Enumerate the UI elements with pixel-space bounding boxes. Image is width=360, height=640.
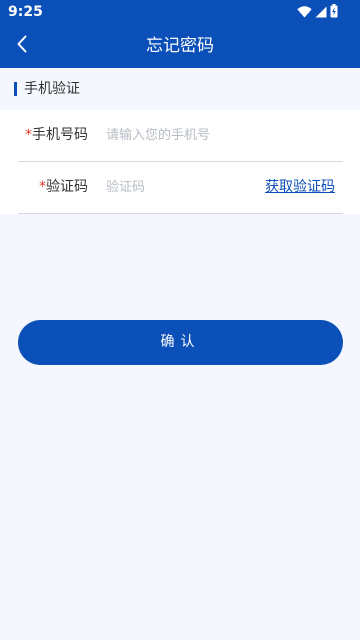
section-header: 手机验证 [0, 68, 360, 110]
section-title: 手机验证 [24, 81, 80, 97]
status-time: 9:25 [8, 4, 43, 20]
code-input[interactable] [106, 175, 256, 199]
battery-charging-icon [330, 3, 338, 22]
code-label-text: 验证码 [46, 179, 88, 195]
phone-row: *手机号码 [18, 110, 343, 162]
get-code-link[interactable]: 获取验证码 [265, 177, 335, 197]
phone-label-text: 手机号码 [32, 127, 88, 143]
cellular-signal-icon [315, 3, 327, 22]
forgot-password-screen: 9:25 忘记密码 手机验证 *手机号码 请输入您的手机号 *验证码 验证码 获… [0, 0, 360, 640]
verification-form: *手机号码 *验证码 获取验证码 [0, 110, 360, 214]
phone-label: *手机号码 [18, 125, 88, 145]
required-mark: * [25, 127, 32, 143]
code-row: *验证码 获取验证码 [18, 162, 343, 214]
code-label: *验证码 [18, 177, 88, 197]
status-icons [297, 3, 338, 22]
phone-input[interactable] [106, 123, 336, 147]
page-title: 忘记密码 [146, 36, 214, 56]
required-mark: * [39, 179, 46, 195]
status-bar: 9:25 [0, 0, 360, 24]
wifi-icon [297, 3, 312, 22]
confirm-button[interactable]: 确认 [18, 320, 343, 365]
section-accent-bar [14, 82, 17, 96]
app-bar: 忘记密码 [0, 24, 360, 68]
